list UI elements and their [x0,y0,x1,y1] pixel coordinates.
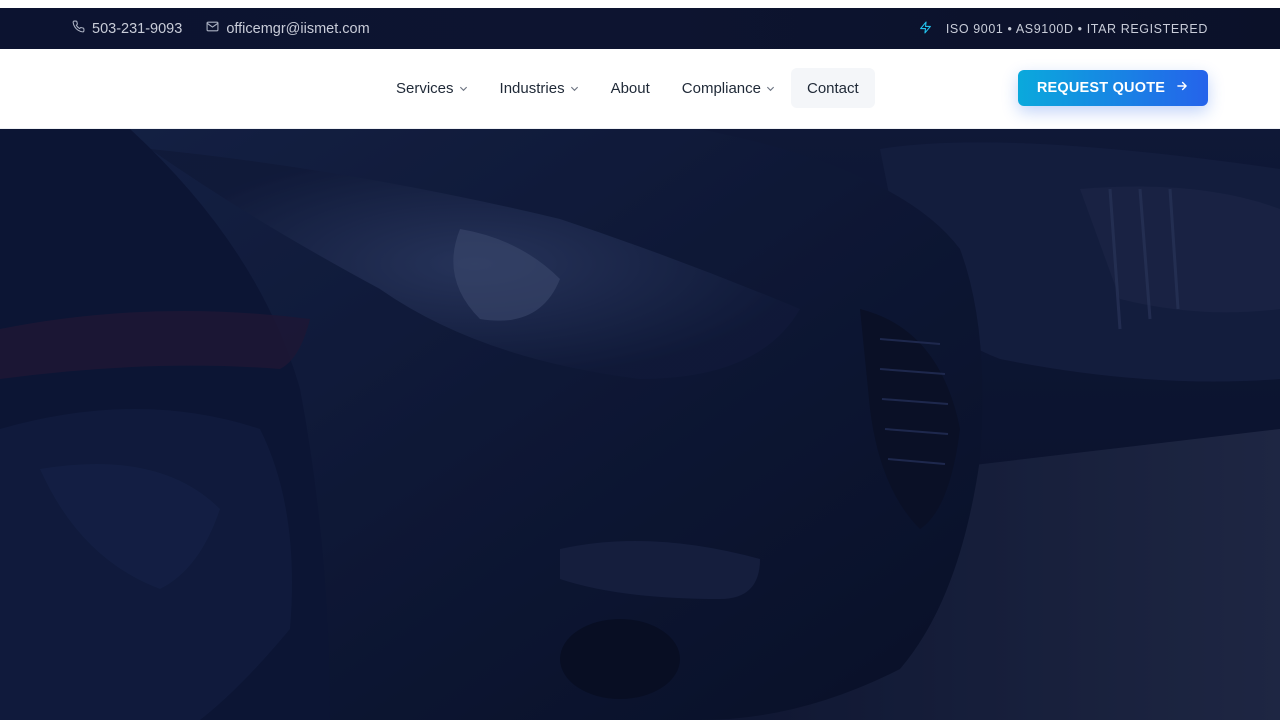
nav-item-label: Compliance [681,79,761,97]
phone-number: 503-231-9093 [92,20,183,37]
request-quote-label: REQUEST QUOTE [1036,80,1166,96]
nav-item-contact[interactable]: Contact [791,68,875,108]
row-of-parked-cars-photo [0,129,1280,720]
mail-icon [206,20,226,37]
main-navbar: Services Industries About Compliance Con… [0,49,1280,129]
nav-item-about[interactable]: About [595,68,666,108]
nav-item-label: Contact [807,79,859,97]
nav-item-services[interactable]: Services [380,68,484,108]
certifications-text: ISO 9001 • AS9100D • ITAR REGISTERED [945,21,1208,36]
nav-item-label: About [610,79,650,97]
chevron-down-icon [766,80,775,97]
phone-icon [72,20,92,37]
nav-item-industries[interactable]: Industries [484,68,595,108]
top-info-bar: 503-231-9093 officemgr@iismet.com ISO 90… [0,8,1280,49]
chevron-down-icon [570,80,579,97]
nav-item-label: Industries [499,79,565,97]
main-nav: Services Industries About Compliance Con… [380,68,875,108]
arrow-right-icon [1165,79,1189,97]
chevron-down-icon [459,80,468,97]
email-link[interactable]: officemgr@iismet.com [206,20,370,37]
request-quote-button[interactable]: REQUEST QUOTE [1018,70,1208,106]
email-address: officemgr@iismet.com [226,20,370,37]
nav-item-compliance[interactable]: Compliance [666,68,791,108]
contact-info: 503-231-9093 officemgr@iismet.com [72,8,394,49]
phone-link[interactable]: 503-231-9093 [72,20,182,37]
hero-banner [0,129,1280,720]
page-top-strip [0,0,1280,8]
nav-item-label: Services [396,79,454,97]
certifications: ISO 9001 • AS9100D • ITAR REGISTERED [919,8,1208,49]
lightning-icon [919,21,946,37]
